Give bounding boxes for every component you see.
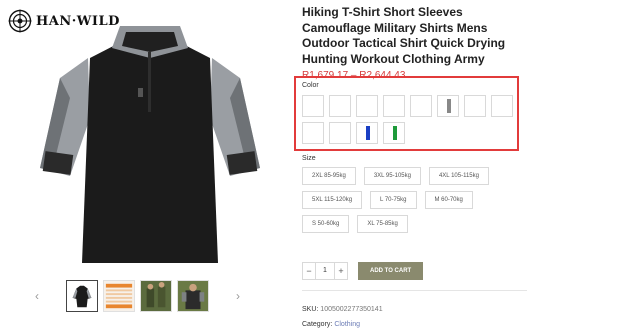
swatch-color-bar <box>447 99 451 113</box>
gallery-next-icon[interactable]: › <box>231 289 245 303</box>
qty-increase-button[interactable]: + <box>335 266 347 276</box>
product-title: Hiking T-Shirt Short Sleeves Camouflage … <box>302 5 506 66</box>
product-main-image[interactable] <box>30 18 270 268</box>
size-option[interactable]: XL 75-85kg <box>357 215 408 233</box>
thumbnail-2[interactable] <box>103 280 135 312</box>
color-swatch-white[interactable] <box>383 95 405 117</box>
qty-input[interactable]: 1 <box>315 263 335 279</box>
size-option[interactable]: 4XL 105-115kg <box>428 167 489 185</box>
color-swatch-green[interactable] <box>383 122 405 144</box>
swatch-color-bar <box>366 126 370 140</box>
color-swatch-white[interactable] <box>329 95 351 117</box>
size-option[interactable]: M 60-70kg <box>424 191 473 209</box>
sku-line: SKU: 1005002277350141 <box>302 306 383 313</box>
quantity-stepper: − 1 + <box>302 262 348 280</box>
size-option[interactable]: 5XL 115-120kg <box>302 191 363 209</box>
category-link[interactable]: Clothing <box>334 321 360 328</box>
size-option[interactable]: 3XL 95-105kg <box>363 167 421 185</box>
size-option[interactable]: S 50-60kg <box>302 215 350 233</box>
color-swatch-white[interactable] <box>464 95 486 117</box>
brand-logo-icon <box>8 9 32 33</box>
thumbnail-3[interactable] <box>140 280 172 312</box>
product-info: Hiking T-Shirt Short Sleeves Camouflage … <box>294 0 632 328</box>
color-swatch-white[interactable] <box>302 95 324 117</box>
divider <box>302 290 527 291</box>
swatch-color-bar <box>393 126 397 140</box>
color-swatch-white[interactable] <box>491 95 513 117</box>
color-label: Color <box>302 82 319 89</box>
sku-value: 1005002277350141 <box>320 306 383 313</box>
color-swatch-white[interactable] <box>356 95 378 117</box>
buy-row: − 1 + ADD TO CART <box>302 262 527 280</box>
add-to-cart-button[interactable]: ADD TO CART <box>358 262 424 280</box>
color-swatch-white[interactable] <box>302 122 324 144</box>
thumbnail-4[interactable] <box>177 280 209 312</box>
size-label: Size <box>302 155 316 162</box>
color-selector: Color <box>294 76 519 151</box>
product-gallery: HAN·WILD ‹ › <box>0 0 285 334</box>
category-line: Category: Clothing <box>302 321 360 328</box>
gallery-prev-icon[interactable]: ‹ <box>30 289 44 303</box>
color-swatches <box>302 95 517 144</box>
size-option[interactable]: L 70-75kg <box>370 191 417 209</box>
color-swatch-white[interactable] <box>329 122 351 144</box>
size-option[interactable]: 2XL 85-95kg <box>302 167 356 185</box>
thumbnail-strip: ‹ › <box>30 278 255 314</box>
color-swatch-white[interactable] <box>410 95 432 117</box>
category-key: Category: <box>302 321 333 328</box>
size-options: 2XL 85-95kg 3XL 95-105kg 4XL 105-115kg 5XL … <box>302 167 527 233</box>
thumbnail-1[interactable] <box>66 280 98 312</box>
qty-decrease-button[interactable]: − <box>303 266 315 276</box>
color-swatch-blue[interactable] <box>356 122 378 144</box>
color-swatch-gray[interactable] <box>437 95 459 117</box>
sku-key: SKU: <box>302 306 319 313</box>
